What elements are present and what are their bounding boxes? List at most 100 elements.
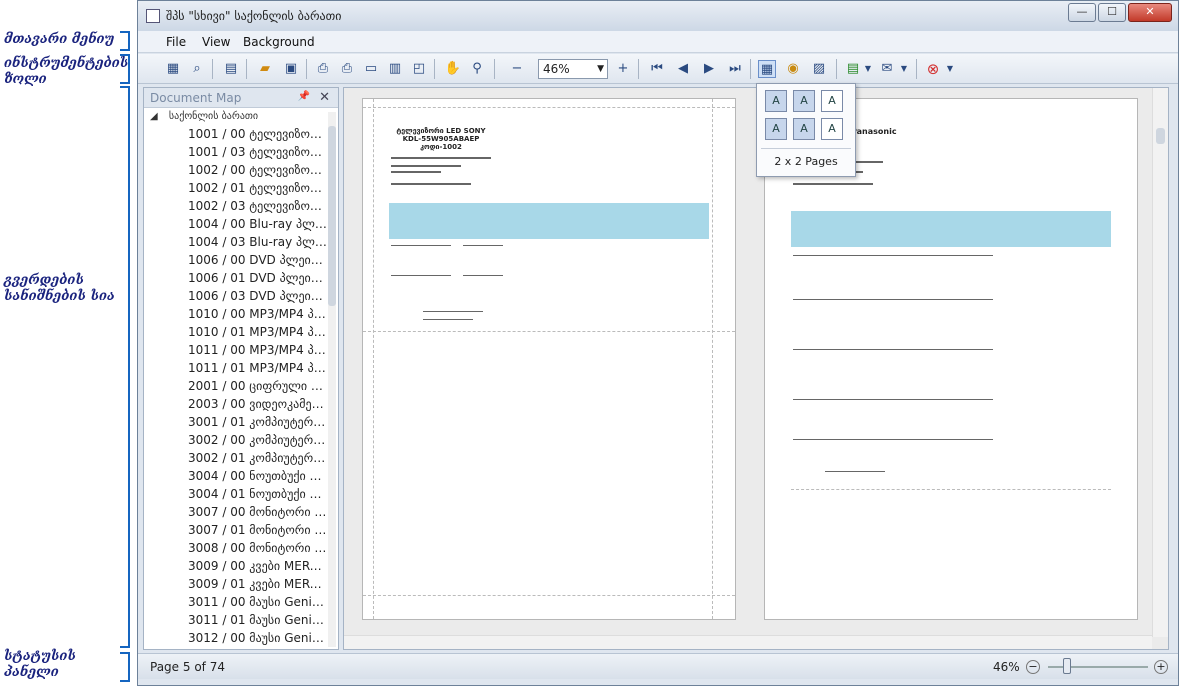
- toolbar-separator: [750, 59, 751, 79]
- list-item[interactable]: 3004 / 01 ნოუთბუქი SA...: [144, 485, 328, 503]
- page-margin-guide: [363, 331, 735, 332]
- export-icon[interactable]: ▤: [844, 60, 862, 78]
- list-item[interactable]: 1010 / 00 MP3/MP4 პლ...: [144, 305, 328, 323]
- list-item[interactable]: 1006 / 01 DVD პლეიერი ...: [144, 269, 328, 287]
- page-margin-guide: [791, 489, 1111, 490]
- list-item[interactable]: 3007 / 01 მონიტორი LE...: [144, 521, 328, 539]
- list-item[interactable]: 3011 / 01 მაუსი Genius ...: [144, 611, 328, 629]
- list-item[interactable]: 1010 / 01 MP3/MP4 პლ...: [144, 323, 328, 341]
- pin-icon[interactable]: 📌: [298, 91, 310, 102]
- minimize-button[interactable]: —: [1068, 3, 1096, 22]
- open-icon[interactable]: ▰: [256, 60, 274, 78]
- chevron-down-icon[interactable]: ▼: [946, 60, 954, 78]
- menu-bar: File View Background: [138, 31, 1178, 53]
- document-map-icon[interactable]: ▦: [164, 60, 182, 78]
- list-item[interactable]: 3009 / 00 კვები MERCUR...: [144, 557, 328, 575]
- list-item[interactable]: 1001 / 03 ტელევიზორი L...: [144, 143, 328, 161]
- page-setup-icon[interactable]: ▭: [362, 60, 380, 78]
- list-item[interactable]: 3009 / 01 კვები MERCUR...: [144, 575, 328, 593]
- chevron-down-icon[interactable]: ▼: [864, 60, 872, 78]
- scale-icon[interactable]: ◰: [410, 60, 428, 78]
- list-item[interactable]: 1001 / 00 ტელევიზორი L...: [144, 125, 328, 143]
- close-icon[interactable]: ✕: [319, 90, 330, 105]
- hand-tool-icon[interactable]: ✋: [444, 60, 462, 78]
- callout-bracket-status: [120, 652, 130, 682]
- list-item[interactable]: 2003 / 00 ვიდეოკამერა P...: [144, 395, 328, 413]
- layout-1x2-icon[interactable]: A: [793, 90, 815, 112]
- list-item[interactable]: 1002 / 00 ტელევიზორი L...: [144, 161, 328, 179]
- close-button[interactable]: ✕: [1128, 3, 1172, 22]
- background-color-icon[interactable]: ◉: [784, 60, 802, 78]
- document-map-scrollbar[interactable]: [328, 112, 336, 647]
- collapse-icon[interactable]: ◢: [150, 111, 158, 122]
- list-item[interactable]: 3007 / 00 მონიტორი LE...: [144, 503, 328, 521]
- list-item[interactable]: 1004 / 03 Blu-ray პლეიე...: [144, 233, 328, 251]
- callout-bracket-docmap: [120, 86, 130, 648]
- preview-horizontal-scrollbar[interactable]: [344, 635, 1152, 649]
- preview-vertical-scrollbar[interactable]: [1152, 88, 1168, 637]
- list-item[interactable]: 2001 / 00 ციფრული ფო...: [144, 377, 328, 395]
- scrollbar-thumb[interactable]: [328, 126, 336, 306]
- table-header: [791, 211, 1111, 247]
- chevron-down-icon[interactable]: ▼: [900, 60, 908, 78]
- parameters-icon[interactable]: ▤: [222, 60, 240, 78]
- list-item[interactable]: 3004 / 00 ნოუთბუქი SA...: [144, 467, 328, 485]
- menu-file[interactable]: File: [166, 35, 186, 49]
- layout-1x3-icon[interactable]: A: [821, 90, 843, 112]
- previous-page-icon[interactable]: ◀: [674, 60, 692, 78]
- magnifier-icon[interactable]: ⚲: [468, 60, 486, 78]
- callout-bracket-menu: [120, 31, 130, 51]
- list-item[interactable]: 1011 / 01 MP3/MP4 პლ...: [144, 359, 328, 377]
- layout-1x1-icon[interactable]: A: [765, 90, 787, 112]
- list-item[interactable]: 3001 / 01 კომპიუტერი O...: [144, 413, 328, 431]
- text-line: [793, 439, 993, 440]
- zoom-combo[interactable]: 46% ▼: [538, 59, 608, 79]
- list-item[interactable]: 3002 / 00 კომპიუტერი Pr...: [144, 431, 328, 449]
- header-footer-icon[interactable]: ▥: [386, 60, 404, 78]
- layout-2x1-icon[interactable]: A: [765, 118, 787, 140]
- scrollbar-thumb[interactable]: [1156, 128, 1165, 144]
- next-page-icon[interactable]: ▶: [700, 60, 718, 78]
- toolbar-separator: [836, 59, 837, 79]
- zoom-out-icon[interactable]: −: [508, 60, 526, 78]
- text-line: [463, 245, 503, 246]
- layout-2x3-icon[interactable]: A: [821, 118, 843, 140]
- list-item[interactable]: 1002 / 01 ტელევიზორი L...: [144, 179, 328, 197]
- text-line: [463, 275, 503, 276]
- text-line: [423, 311, 483, 312]
- report-page-1: ტელევიზორი LED SONY KDL-55W905ABAEP კოდი…: [362, 98, 736, 620]
- status-bar: Page 5 of 74 46% − +: [138, 653, 1178, 679]
- list-item[interactable]: 1002 / 03 ტელევიზორი L...: [144, 197, 328, 215]
- last-page-icon[interactable]: ⏭: [726, 60, 744, 78]
- list-item[interactable]: 3012 / 00 მაუსი Genius ...: [144, 629, 328, 647]
- find-icon[interactable]: ⌕: [188, 60, 206, 78]
- multiple-pages-icon[interactable]: ▦: [758, 60, 776, 78]
- quick-print-icon[interactable]: ⎙: [338, 60, 356, 78]
- send-email-icon[interactable]: ✉: [878, 60, 896, 78]
- list-item[interactable]: 1004 / 00 Blu-ray პლეიე...: [144, 215, 328, 233]
- zoom-in-icon[interactable]: +: [614, 60, 632, 78]
- list-item[interactable]: 1006 / 00 DVD პლეიერი ...: [144, 251, 328, 269]
- print-dialog-icon[interactable]: ⎙: [314, 60, 332, 78]
- list-item[interactable]: 3002 / 01 კომპიუტერი Pr...: [144, 449, 328, 467]
- list-item[interactable]: 1011 / 00 MP3/MP4 პლ...: [144, 341, 328, 359]
- menu-view[interactable]: View: [202, 35, 230, 49]
- save-icon[interactable]: ▣: [282, 60, 300, 78]
- list-item[interactable]: 3011 / 00 მაუსი Genius ...: [144, 593, 328, 611]
- first-page-icon[interactable]: ⏮: [648, 60, 666, 78]
- close-preview-icon[interactable]: ⊗: [924, 60, 942, 78]
- text-line: [391, 183, 471, 185]
- layout-label: 2 x 2 Pages: [761, 148, 851, 174]
- list-item[interactable]: 3008 / 00 მონიტორი LE...: [144, 539, 328, 557]
- zoom-slider-thumb[interactable]: [1063, 658, 1071, 674]
- tree-root[interactable]: ◢ საქონლის ბარათი: [150, 111, 258, 122]
- multiple-pages-popup: A A A A A A 2 x 2 Pages: [756, 83, 856, 177]
- watermark-icon[interactable]: ▨: [810, 60, 828, 78]
- layout-2x2-icon[interactable]: A: [793, 118, 815, 140]
- toolbar: ▦ ⌕ ▤ ▰ ▣ ⎙ ⎙ ▭ ▥ ◰ ✋ ⚲ − 46% ▼ + ⏮ ◀ ▶ ⏭…: [138, 54, 1178, 84]
- list-item[interactable]: 1006 / 03 DVD პლეიერი ...: [144, 287, 328, 305]
- maximize-button[interactable]: ☐: [1098, 3, 1126, 22]
- zoom-in-icon[interactable]: +: [1154, 660, 1168, 674]
- zoom-out-icon[interactable]: −: [1026, 660, 1040, 674]
- menu-background[interactable]: Background: [243, 35, 315, 49]
